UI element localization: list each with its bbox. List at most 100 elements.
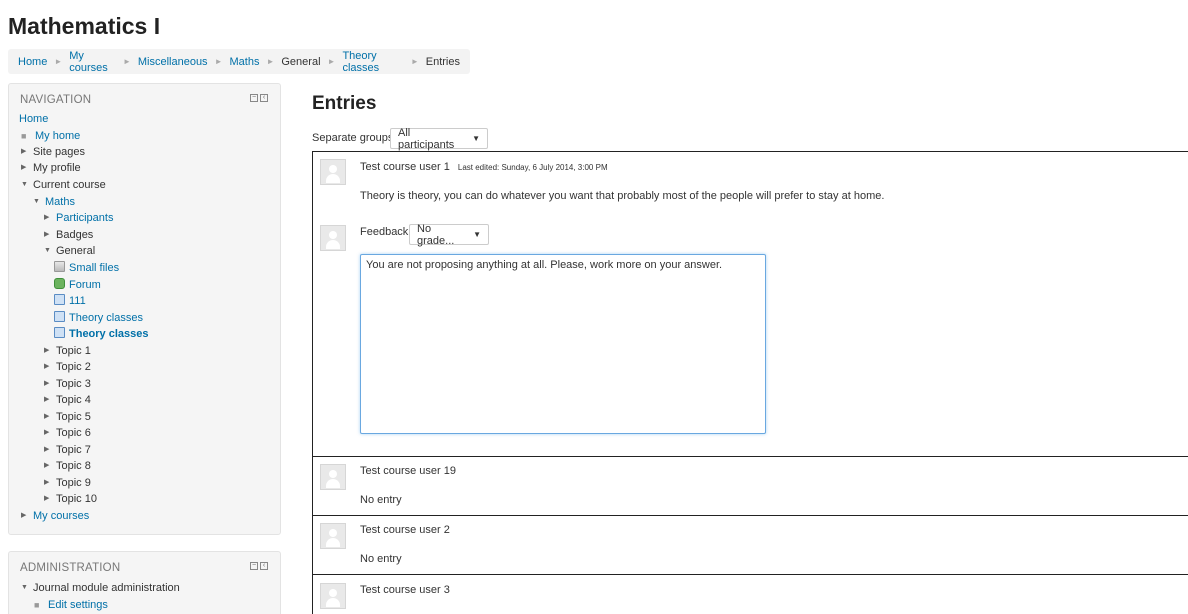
nav-current-course-label: Current course [33, 179, 106, 191]
nav-item-theory-classes-current[interactable]: Theory classes [54, 326, 149, 342]
nav-item-topic-5[interactable]: ▶ Topic 5 [44, 409, 91, 425]
avatar [320, 523, 346, 549]
entry-text: Theory is theory, you can do whatever yo… [360, 190, 885, 202]
nav-topic-label: Topic 3 [56, 378, 91, 390]
nav-item-topic-8[interactable]: ▶ Topic 8 [44, 458, 91, 474]
nav-site-pages-label: Site pages [33, 146, 85, 158]
nav-item-my-home[interactable]: ■ My home [21, 128, 80, 144]
entry-row: Test course user 3 [312, 574, 1188, 614]
expand-arrow-icon[interactable]: ▶ [44, 227, 56, 243]
breadcrumb-separator-icon: ► [327, 57, 336, 66]
breadcrumb-miscellaneous[interactable]: Miscellaneous [138, 56, 208, 68]
nav-maths-link[interactable]: Maths [45, 196, 75, 208]
nav-topic-label: Topic 9 [56, 477, 91, 489]
entry-text: No entry [360, 494, 402, 506]
nav-my-home-link[interactable]: My home [35, 130, 80, 142]
block-controls: − ‹ [250, 562, 268, 570]
nav-small-files-link[interactable]: Small files [69, 262, 119, 274]
breadcrumb-maths[interactable]: Maths [229, 56, 259, 68]
nav-item-home[interactable]: Home [19, 111, 48, 127]
feedback-textarea[interactable] [360, 254, 766, 434]
admin-edit-settings-link[interactable]: Edit settings [48, 599, 108, 611]
expand-arrow-icon[interactable]: ▶ [44, 425, 56, 441]
nav-item-site-pages[interactable]: ▶ Site pages [21, 144, 85, 160]
collapse-icon[interactable]: − [250, 94, 258, 102]
expand-arrow-icon[interactable]: ▶ [44, 359, 56, 375]
administration-block-header: ADMINISTRATION − ‹ [9, 552, 280, 580]
nav-item-topic-4[interactable]: ▶ Topic 4 [44, 392, 91, 408]
nav-item-badges[interactable]: ▶ Badges [44, 227, 93, 243]
nav-item-topic-7[interactable]: ▶ Topic 7 [44, 442, 91, 458]
expand-arrow-icon[interactable]: ▶ [44, 392, 56, 408]
admin-item-edit-settings[interactable]: ■ Edit settings [34, 597, 108, 613]
collapse-icon[interactable]: − [250, 562, 258, 570]
nav-theory-classes-link[interactable]: Theory classes [69, 312, 143, 324]
grade-select[interactable]: No grade... ▼ [409, 223, 489, 247]
dock-icon[interactable]: ‹ [260, 94, 268, 102]
dropdown-arrow-icon: ▼ [473, 230, 481, 239]
dock-icon[interactable]: ‹ [260, 562, 268, 570]
nav-topic-label: Topic 8 [56, 460, 91, 472]
navigation-block-header: NAVIGATION − ‹ [9, 84, 280, 112]
nav-item-general[interactable]: ▼ General [44, 243, 95, 259]
expand-arrow-icon[interactable]: ▶ [44, 343, 56, 359]
entry-user-name: Test course user 3 [360, 584, 450, 596]
nav-item-111[interactable]: 111 [54, 293, 86, 309]
nav-forum-link[interactable]: Forum [69, 279, 101, 291]
nav-theory-classes-current-label[interactable]: Theory classes [69, 328, 149, 340]
collapse-arrow-icon[interactable]: ▼ [33, 194, 45, 210]
administration-block-title: ADMINISTRATION [20, 562, 121, 574]
breadcrumb-home[interactable]: Home [18, 56, 47, 68]
entry-user-name: Test course user 2 [360, 524, 450, 536]
nav-item-topic-10[interactable]: ▶ Topic 10 [44, 491, 97, 507]
journal-icon [54, 327, 65, 338]
expand-arrow-icon[interactable]: ▶ [44, 458, 56, 474]
nav-item-topic-3[interactable]: ▶ Topic 3 [44, 376, 91, 392]
bullet-icon: ■ [34, 600, 40, 610]
group-select[interactable]: All participants ▼ [390, 127, 488, 151]
nav-item-current-course[interactable]: ▼ Current course [21, 177, 106, 193]
expand-arrow-icon[interactable]: ▶ [44, 442, 56, 458]
collapse-arrow-icon[interactable]: ▼ [21, 580, 33, 596]
admin-item-journal[interactable]: ▼ Journal module administration [21, 580, 180, 596]
bullet-icon: ■ [21, 131, 27, 141]
nav-topic-label: Topic 2 [56, 361, 91, 373]
breadcrumb-my-courses[interactable]: My courses [69, 50, 116, 74]
nav-home-link[interactable]: Home [19, 113, 48, 125]
breadcrumb-separator-icon: ► [54, 57, 63, 66]
nav-item-topic-6[interactable]: ▶ Topic 6 [44, 425, 91, 441]
admin-journal-label: Journal module administration [33, 582, 180, 594]
nav-item-forum[interactable]: Forum [54, 277, 101, 293]
expand-arrow-icon[interactable]: ▶ [21, 144, 33, 160]
nav-111-link[interactable]: 111 [69, 295, 86, 307]
nav-item-topic-9[interactable]: ▶ Topic 9 [44, 475, 91, 491]
navigation-block-title: NAVIGATION [20, 94, 92, 106]
expand-arrow-icon[interactable]: ▶ [21, 160, 33, 176]
entry-user-label: Test course user 1 [360, 161, 450, 173]
nav-item-topic-2[interactable]: ▶ Topic 2 [44, 359, 91, 375]
nav-item-participants[interactable]: ▶ Participants [44, 210, 113, 226]
expand-arrow-icon[interactable]: ▶ [44, 491, 56, 507]
expand-arrow-icon[interactable]: ▶ [44, 409, 56, 425]
collapse-arrow-icon[interactable]: ▼ [44, 243, 56, 259]
nav-item-theory-classes[interactable]: Theory classes [54, 310, 143, 326]
entry-text: No entry [360, 553, 402, 565]
breadcrumb-theory-classes[interactable]: Theory classes [342, 50, 403, 74]
nav-item-small-files[interactable]: Small files [54, 260, 119, 276]
expand-arrow-icon[interactable]: ▶ [44, 210, 56, 226]
breadcrumb-separator-icon: ► [410, 57, 419, 66]
expand-arrow-icon[interactable]: ▶ [44, 376, 56, 392]
nav-item-maths[interactable]: ▼ Maths [33, 194, 75, 210]
nav-badges-label: Badges [56, 229, 94, 241]
breadcrumb: Home ► My courses ► Miscellaneous ► Math… [8, 49, 470, 74]
expand-arrow-icon[interactable]: ▶ [44, 475, 56, 491]
nav-topic-label: Topic 5 [56, 411, 91, 423]
dropdown-arrow-icon: ▼ [472, 134, 480, 143]
nav-my-courses-link[interactable]: My courses [33, 510, 89, 522]
collapse-arrow-icon[interactable]: ▼ [21, 177, 33, 193]
nav-participants-link[interactable]: Participants [56, 212, 113, 224]
expand-arrow-icon[interactable]: ▶ [21, 508, 33, 524]
nav-item-my-courses[interactable]: ▶ My courses [21, 508, 89, 524]
nav-item-topic-1[interactable]: ▶ Topic 1 [44, 343, 91, 359]
nav-item-my-profile[interactable]: ▶ My profile [21, 160, 81, 176]
